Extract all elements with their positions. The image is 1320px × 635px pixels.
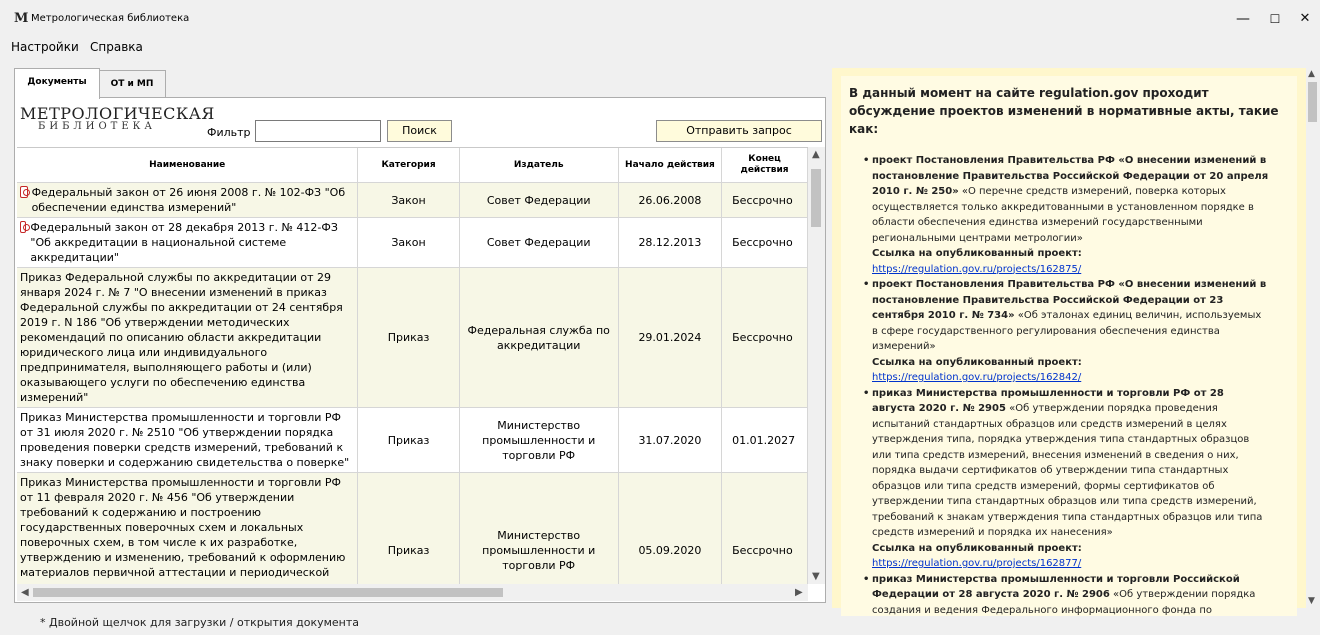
tab-documents[interactable]: Документы xyxy=(14,68,100,99)
tab-ot-mp[interactable]: ОТ и МП xyxy=(98,70,166,99)
send-request-button[interactable]: Отправить запрос xyxy=(656,120,822,142)
column-header-start[interactable]: Начало действия xyxy=(618,148,723,183)
table-vertical-scrollbar[interactable]: ▲ ▼ xyxy=(808,147,825,584)
title-bar: М Метрологическая библиотека — ☐ ✕ xyxy=(0,0,1320,38)
cell-publisher[interactable]: Министерство промышленности и торговли Р… xyxy=(459,472,619,585)
column-header-name[interactable]: Наименование xyxy=(17,148,359,183)
news-item: проект Постановления Правительства РФ «О… xyxy=(860,153,1270,277)
news-project-link[interactable]: https://regulation.gov.ru/projects/16284… xyxy=(872,372,1081,383)
cell-end-date[interactable]: Бессрочно xyxy=(721,267,808,408)
document-name: Приказ Министерства промышленности и тор… xyxy=(20,411,350,469)
cell-start-date[interactable]: 29.01.2024 xyxy=(618,267,723,408)
news-link-label: Ссылка на опубликованный проект: xyxy=(872,248,1082,259)
pdf-icon xyxy=(20,186,30,198)
cell-start-date[interactable]: 31.07.2020 xyxy=(618,407,723,473)
table-horizontal-scrollbar[interactable]: ◀ ▶ xyxy=(17,584,808,601)
cell-end-date[interactable]: Бессрочно xyxy=(721,182,808,218)
table-row[interactable]: Федеральный закон от 26 июня 2008 г. № 1… xyxy=(17,182,808,218)
filter-label: Фильтр xyxy=(207,126,251,139)
news-project-link[interactable]: https://regulation.gov.ru/projects/16287… xyxy=(872,264,1081,275)
news-scroll-thumb[interactable] xyxy=(1308,82,1317,122)
cell-category[interactable]: Закон xyxy=(357,182,460,218)
maximize-button[interactable]: ☐ xyxy=(1262,8,1288,30)
cell-start-date[interactable]: 26.06.2008 xyxy=(618,182,723,218)
news-item: проект Постановления Правительства РФ «О… xyxy=(860,277,1270,386)
document-name: Приказ Министерства промышленности и тор… xyxy=(20,476,346,585)
cell-category[interactable]: Приказ xyxy=(357,407,460,473)
table-horizontal-scroll-thumb[interactable] xyxy=(33,588,503,597)
documents-table: Наименование Категория Издатель Начало д… xyxy=(17,147,808,585)
table-row[interactable]: Приказ Министерства промышленности и тор… xyxy=(17,472,808,585)
document-name: Приказ Федеральной службы по аккредитаци… xyxy=(20,271,343,404)
cell-name[interactable]: Приказ Министерства промышленности и тор… xyxy=(17,407,359,473)
column-header-publisher[interactable]: Издатель xyxy=(459,148,619,183)
footer-note: * Двойной щелчок для загрузки / открытия… xyxy=(40,616,360,629)
scroll-up-arrow-icon[interactable]: ▲ xyxy=(812,150,820,160)
scroll-right-arrow-icon[interactable]: ▶ xyxy=(795,588,803,598)
cell-end-date[interactable]: Бессрочно xyxy=(721,472,808,585)
table-row[interactable]: Приказ Министерства промышленности и тор… xyxy=(17,407,808,473)
table-header-row: Наименование Категория Издатель Начало д… xyxy=(17,148,808,183)
news-link-label: Ссылка на опубликованный проект: xyxy=(872,542,1082,554)
close-button[interactable]: ✕ xyxy=(1292,8,1318,30)
menu-help[interactable]: Справка xyxy=(90,40,143,54)
cell-publisher[interactable]: Федеральная служба по аккредитации xyxy=(459,267,619,408)
table-vertical-scroll-thumb[interactable] xyxy=(811,169,821,227)
cell-start-date[interactable]: 05.09.2020 xyxy=(618,472,723,585)
cell-start-date[interactable]: 28.12.2013 xyxy=(618,217,723,268)
cell-category[interactable]: Закон xyxy=(357,217,460,268)
table-row[interactable]: Федеральный закон от 28 декабря 2013 г. … xyxy=(17,217,808,268)
cell-end-date[interactable]: Бессрочно xyxy=(721,217,808,268)
news-title: В данный момент на сайте regulation.gov … xyxy=(849,86,1279,136)
document-name: Федеральный закон от 28 декабря 2013 г. … xyxy=(30,221,338,264)
cell-name[interactable]: Приказ Министерства промышленности и тор… xyxy=(17,472,359,585)
cell-category[interactable]: Приказ xyxy=(357,472,460,585)
pdf-icon xyxy=(20,221,31,233)
cell-name[interactable]: Федеральный закон от 26 июня 2008 г. № 1… xyxy=(17,182,359,218)
news-link-label: Ссылка на опубликованный проект: xyxy=(872,356,1082,368)
cell-publisher[interactable]: Министерство промышленности и торговли Р… xyxy=(459,407,619,473)
library-logo: МЕТРОЛОГИЧЕСКАЯ БИБЛИОТЕКА xyxy=(20,104,214,140)
document-name: Федеральный закон от 26 июня 2008 г. № 1… xyxy=(31,186,346,214)
news-scroll-down-icon[interactable]: ▼ xyxy=(1308,596,1315,606)
table-row[interactable]: Приказ Федеральной службы по аккредитаци… xyxy=(17,267,808,408)
minimize-button[interactable]: — xyxy=(1230,8,1256,30)
news-scrollbar[interactable]: ▲ ▼ xyxy=(1306,68,1320,608)
menu-settings[interactable]: Настройки xyxy=(11,40,79,54)
news-scroll-up-icon[interactable]: ▲ xyxy=(1308,69,1315,79)
cell-publisher[interactable]: Совет Федерации xyxy=(459,182,619,218)
news-item-text: «Об утверждении порядка проведения испыт… xyxy=(872,403,1263,538)
cell-name[interactable]: Приказ Федеральной службы по аккредитаци… xyxy=(17,267,359,408)
news-item: приказ Министерства промышленности и тор… xyxy=(860,386,1270,572)
cell-name[interactable]: Федеральный закон от 28 декабря 2013 г. … xyxy=(17,217,359,268)
cell-end-date[interactable]: 01.01.2027 xyxy=(721,407,808,473)
search-button[interactable]: Поиск xyxy=(387,120,452,142)
scroll-left-arrow-icon[interactable]: ◀ xyxy=(21,588,29,598)
news-list: проект Постановления Правительства РФ «О… xyxy=(860,153,1270,618)
app-icon: М xyxy=(14,11,29,26)
scroll-down-arrow-icon[interactable]: ▼ xyxy=(812,572,820,582)
news-item: приказ Министерства промышленности и тор… xyxy=(860,572,1270,619)
column-header-category[interactable]: Категория xyxy=(357,148,460,183)
window-title: Метрологическая библиотека xyxy=(31,13,190,24)
filter-input[interactable] xyxy=(255,120,381,142)
news-project-link[interactable]: https://regulation.gov.ru/projects/16287… xyxy=(872,558,1081,569)
cell-publisher[interactable]: Совет Федерации xyxy=(459,217,619,268)
column-header-end[interactable]: Конец действия xyxy=(721,148,808,183)
cell-category[interactable]: Приказ xyxy=(357,267,460,408)
